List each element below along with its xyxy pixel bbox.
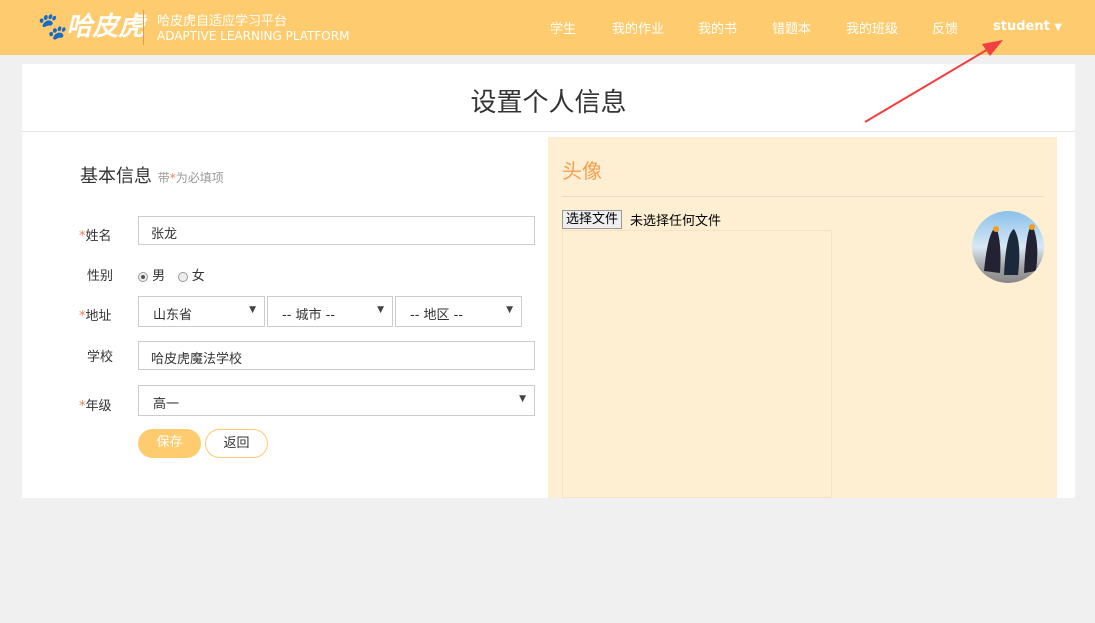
annotation-arrow [864, 40, 1003, 123]
